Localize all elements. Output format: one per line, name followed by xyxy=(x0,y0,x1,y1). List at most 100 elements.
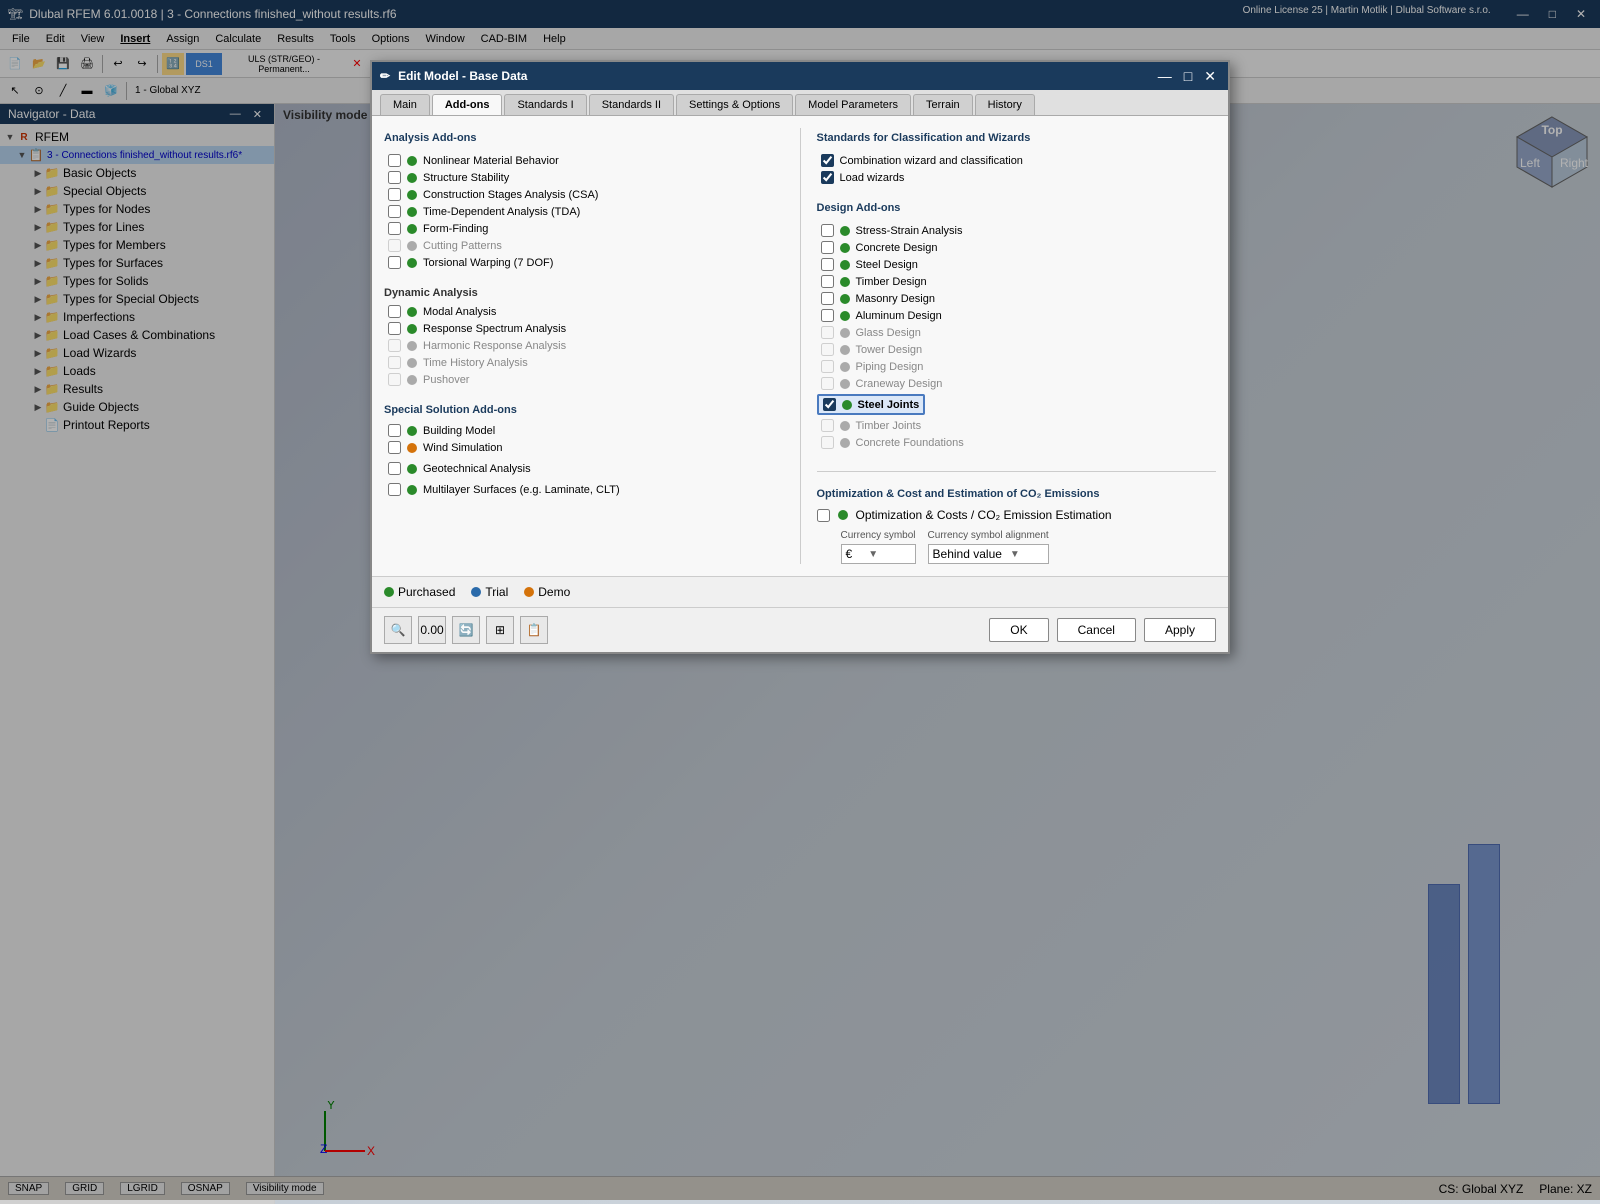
dot-concrete xyxy=(840,243,850,253)
tab-addons[interactable]: Add-ons xyxy=(432,94,503,115)
currency-symbol-select[interactable]: € ▼ xyxy=(841,544,916,564)
cb-load-wizards[interactable] xyxy=(821,171,834,184)
label-stress-strain: Stress-Strain Analysis xyxy=(856,225,963,237)
check-csa: Construction Stages Analysis (CSA) xyxy=(388,186,784,203)
dot-concrete-foundations xyxy=(840,438,850,448)
check-load-wizards: Load wizards xyxy=(821,169,1217,186)
check-masonry-design: Masonry Design xyxy=(821,290,1217,307)
cb-multilayer[interactable] xyxy=(388,483,401,496)
label-load-wizards: Load wizards xyxy=(840,172,905,184)
footer-copy-btn[interactable]: 📋 xyxy=(520,616,548,644)
check-stress-strain: Stress-Strain Analysis xyxy=(821,222,1217,239)
dot-time-history xyxy=(407,358,417,368)
ok-button[interactable]: OK xyxy=(989,618,1048,642)
dialog-controls: — □ ✕ xyxy=(1154,68,1220,85)
dialog-close-btn[interactable]: ✕ xyxy=(1200,68,1220,85)
cb-tower-design xyxy=(821,343,834,356)
label-tda: Time-Dependent Analysis (TDA) xyxy=(423,206,580,218)
legend-bar: Purchased Trial Demo xyxy=(372,576,1228,607)
cb-concrete-design[interactable] xyxy=(821,241,834,254)
tab-terrain[interactable]: Terrain xyxy=(913,94,973,115)
cb-steel-joints[interactable] xyxy=(823,398,836,411)
tab-model-params[interactable]: Model Parameters xyxy=(795,94,911,115)
cb-craneway-design xyxy=(821,377,834,390)
dot-torsional xyxy=(407,258,417,268)
footer-icon-buttons: 🔍 0.00 🔄 ⊞ 📋 xyxy=(384,616,548,644)
check-concrete-design: Concrete Design xyxy=(821,239,1217,256)
cb-optimization[interactable] xyxy=(817,509,830,522)
label-concrete-foundations: Concrete Foundations xyxy=(856,437,964,449)
dot-tda xyxy=(407,207,417,217)
dot-harmonic xyxy=(407,341,417,351)
check-timber-design: Timber Design xyxy=(821,273,1217,290)
cancel-button[interactable]: Cancel xyxy=(1057,618,1136,642)
check-harmonic: Harmonic Response Analysis xyxy=(388,337,784,354)
check-craneway-design: Craneway Design xyxy=(821,375,1217,392)
footer-action-buttons: OK Cancel Apply xyxy=(989,618,1216,642)
modal-overlay: ✏ Edit Model - Base Data — □ ✕ Main Add-… xyxy=(0,0,1600,1200)
legend-demo-label: Demo xyxy=(538,585,570,599)
cb-stress-strain[interactable] xyxy=(821,224,834,237)
cb-response-spectrum[interactable] xyxy=(388,322,401,335)
currency-symbol-arrow: ▼ xyxy=(868,549,878,560)
cb-modal[interactable] xyxy=(388,305,401,318)
tab-standards1[interactable]: Standards I xyxy=(504,94,586,115)
cb-masonry-design[interactable] xyxy=(821,292,834,305)
standards-section: Standards for Classification and Wizards… xyxy=(817,132,1217,186)
dialog-tab-bar: Main Add-ons Standards I Standards II Se… xyxy=(372,90,1228,116)
check-nonlinear-material: Nonlinear Material Behavior xyxy=(388,152,784,169)
panel-left: Analysis Add-ons Nonlinear Material Beha… xyxy=(384,128,801,564)
label-aluminum-design: Aluminum Design xyxy=(856,310,942,322)
dialog-icon: ✏ xyxy=(380,69,390,83)
tab-history[interactable]: History xyxy=(975,94,1035,115)
standards-title: Standards for Classification and Wizards xyxy=(817,132,1217,144)
cb-combination-wizard[interactable] xyxy=(821,154,834,167)
check-wind-simulation: Wind Simulation xyxy=(388,439,784,456)
label-csa: Construction Stages Analysis (CSA) xyxy=(423,189,598,201)
cb-aluminum-design[interactable] xyxy=(821,309,834,322)
footer-refresh-btn[interactable]: 🔄 xyxy=(452,616,480,644)
apply-button[interactable]: Apply xyxy=(1144,618,1216,642)
label-glass-design: Glass Design xyxy=(856,327,921,339)
cb-wind-simulation[interactable] xyxy=(388,441,401,454)
footer-grid-btn[interactable]: ⊞ xyxy=(486,616,514,644)
label-torsional-warping: Torsional Warping (7 DOF) xyxy=(423,257,553,269)
dialog-title-text: Edit Model - Base Data xyxy=(398,69,527,83)
check-timber-joints: Timber Joints xyxy=(821,417,1217,434)
cb-torsional-warping[interactable] xyxy=(388,256,401,269)
currency-alignment-group: Currency symbol alignment Behind value ▼ xyxy=(928,530,1049,564)
cb-form-finding[interactable] xyxy=(388,222,401,235)
tab-standards2[interactable]: Standards II xyxy=(589,94,674,115)
label-multilayer: Multilayer Surfaces (e.g. Laminate, CLT) xyxy=(423,484,620,496)
check-torsional-warping: Torsional Warping (7 DOF) xyxy=(388,254,784,271)
check-piping-design: Piping Design xyxy=(821,358,1217,375)
label-geotechnical: Geotechnical Analysis xyxy=(423,463,531,475)
cb-nonlinear-material[interactable] xyxy=(388,154,401,167)
cb-timber-design[interactable] xyxy=(821,275,834,288)
footer-search-btn[interactable]: 🔍 xyxy=(384,616,412,644)
currency-alignment-select[interactable]: Behind value ▼ xyxy=(928,544,1049,564)
check-geotechnical: Geotechnical Analysis xyxy=(388,460,784,477)
cb-timber-joints xyxy=(821,419,834,432)
label-pushover: Pushover xyxy=(423,374,469,386)
label-cutting-patterns: Cutting Patterns xyxy=(423,240,502,252)
tab-settings-options[interactable]: Settings & Options xyxy=(676,94,793,115)
dialog-minimize-btn[interactable]: — xyxy=(1154,68,1176,85)
dot-modal xyxy=(407,307,417,317)
cb-geotechnical[interactable] xyxy=(388,462,401,475)
dot-craneway xyxy=(840,379,850,389)
footer-snap-btn[interactable]: 0.00 xyxy=(418,616,446,644)
label-form-finding: Form-Finding xyxy=(423,223,488,235)
cb-csa[interactable] xyxy=(388,188,401,201)
check-response-spectrum: Response Spectrum Analysis xyxy=(388,320,784,337)
cb-tda[interactable] xyxy=(388,205,401,218)
dialog-maximize-btn[interactable]: □ xyxy=(1180,68,1196,85)
cb-structure-stability[interactable] xyxy=(388,171,401,184)
cb-steel-design[interactable] xyxy=(821,258,834,271)
tab-main[interactable]: Main xyxy=(380,94,430,115)
dot-optimization xyxy=(838,510,848,520)
label-craneway-design: Craneway Design xyxy=(856,378,943,390)
dot-csa xyxy=(407,190,417,200)
cb-building-model[interactable] xyxy=(388,424,401,437)
analysis-addons-section: Analysis Add-ons Nonlinear Material Beha… xyxy=(384,132,784,271)
